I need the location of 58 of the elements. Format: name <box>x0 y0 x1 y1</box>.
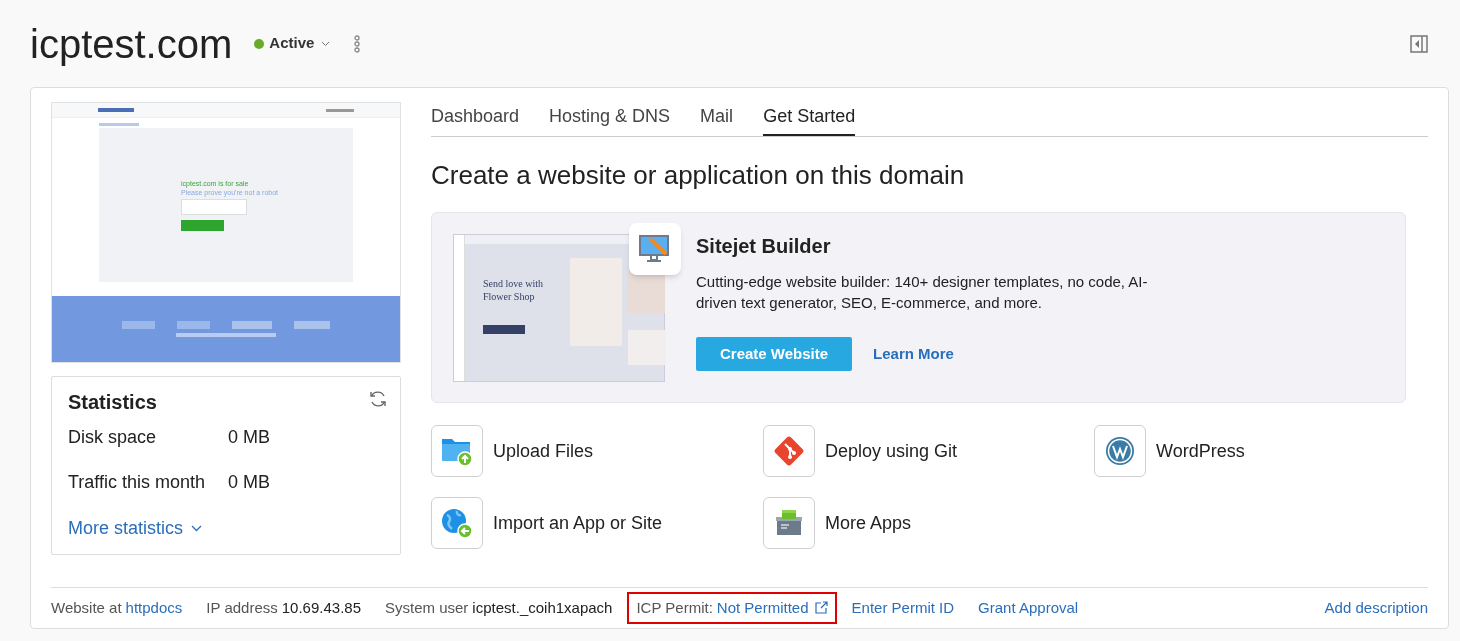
footer-label: IP address <box>206 597 278 618</box>
sidebar-toggle-icon[interactable] <box>1410 34 1428 53</box>
action-tile[interactable] <box>431 425 483 477</box>
stat-label: Disk space <box>68 426 158 449</box>
footer-link[interactable]: Enter Permit ID <box>851 596 955 620</box>
action-label[interactable]: Deploy using Git <box>825 437 958 465</box>
action-tile[interactable] <box>763 425 815 477</box>
statistics-title: Statistics <box>68 390 157 415</box>
stat-value: 0 MB <box>228 471 270 494</box>
footer-value: 10.69.43.85 <box>281 597 361 618</box>
wordpress-icon <box>1104 435 1136 467</box>
caret-icon <box>191 525 203 532</box>
action-label[interactable]: Upload Files <box>493 437 594 465</box>
caret-icon <box>321 40 331 47</box>
action-tile[interactable] <box>1094 425 1146 477</box>
refresh-icon[interactable] <box>368 389 388 409</box>
footer-label: ICP Permit: <box>636 597 713 618</box>
preview-badge-icon <box>177 321 210 329</box>
stat-value: 0 MB <box>228 426 270 449</box>
add-description-link[interactable]: Add description <box>1324 596 1428 620</box>
footer-value: icptest._coih1xapach <box>472 597 613 618</box>
tab[interactable]: Hosting & DNS <box>549 104 671 136</box>
preview-logo <box>98 108 134 112</box>
builder-headline: Send love with Flower Shop <box>483 277 544 303</box>
photo-placeholder <box>628 330 666 365</box>
preview-badge-icon <box>122 321 155 329</box>
preview-recaptcha <box>181 198 247 215</box>
preview-badge-icon <box>294 321 330 329</box>
sitejet-description: Cutting-edge website builder: 140+ designer templates, no code, AI-driven text generator, SEO, E-commerce, and more. <box>696 272 1149 313</box>
learn-more-link[interactable]: Learn More <box>873 342 954 366</box>
preview-badge-icon <box>232 321 272 329</box>
preview-phone-bar <box>326 108 354 112</box>
footer-label: Website at <box>51 597 122 618</box>
footer-link[interactable]: Grant Approval <box>978 596 1079 620</box>
sitejet-title: Sitejet Builder <box>696 234 832 259</box>
footer-link[interactable]: Not Permitted <box>716 596 809 620</box>
action-tile[interactable] <box>431 497 483 549</box>
action-label[interactable]: Import an App or Site <box>493 509 663 537</box>
builder-cta <box>483 325 525 334</box>
more-statistics-link[interactable]: More statistics <box>68 515 203 542</box>
tab[interactable]: Dashboard <box>431 104 520 136</box>
tab[interactable]: Mail <box>700 104 734 136</box>
action-tile[interactable] <box>763 497 815 549</box>
preview-caption-bar <box>99 123 139 126</box>
section-heading: Create a website or application on this domain <box>431 159 966 191</box>
preview-button <box>181 219 224 231</box>
external-link-icon <box>814 601 828 615</box>
footer-link[interactable]: httpdocs <box>125 596 183 620</box>
tab[interactable]: Get Started <box>763 104 856 136</box>
action-label[interactable]: WordPress <box>1156 437 1245 465</box>
domain-title: icptest.com <box>30 23 233 64</box>
sitejet-logo-icon <box>629 223 681 275</box>
action-label[interactable]: More Apps <box>825 509 912 537</box>
globe-import-icon <box>440 507 474 539</box>
footer-label: System user <box>385 597 469 618</box>
more-options-icon[interactable] <box>354 34 361 53</box>
stat-label: Traffic this month <box>68 471 207 494</box>
status-dropdown[interactable]: Active <box>254 32 331 55</box>
